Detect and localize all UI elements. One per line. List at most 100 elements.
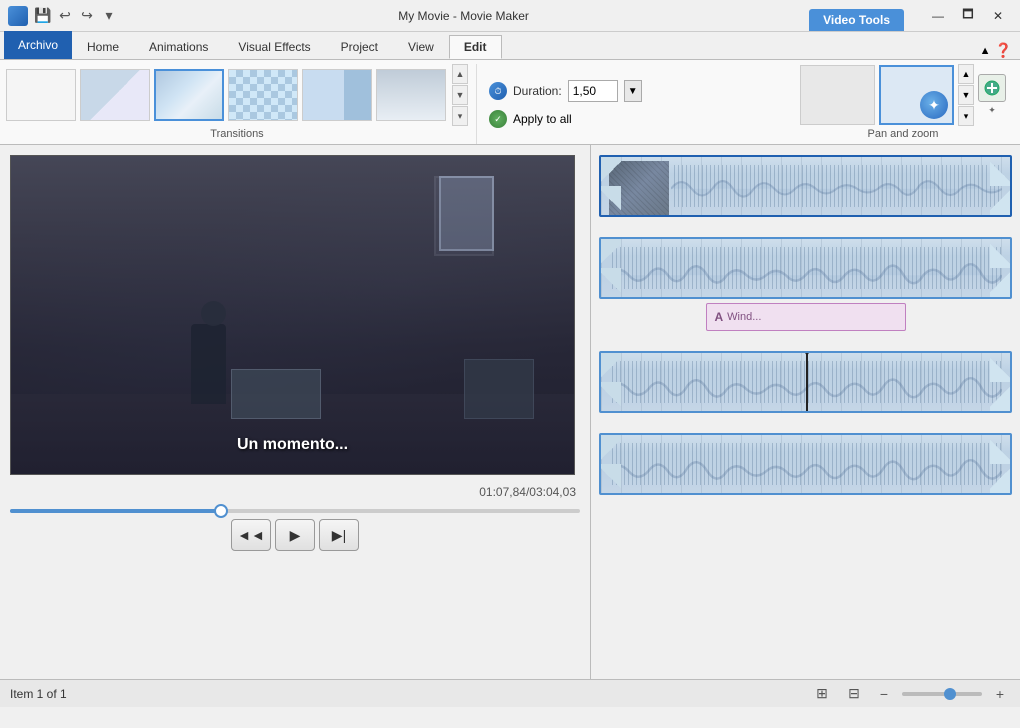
duration-dropdown[interactable]: ▼ (624, 80, 642, 102)
playback-controls: ◄◄ ▶ ▶| (10, 519, 580, 551)
save-button[interactable]: 💾 (34, 7, 52, 25)
clip-strip-3[interactable] (599, 351, 1012, 413)
pan-zoom-scroll: ▲ ▼ ▾ (958, 64, 974, 126)
clip-strip-1[interactable] (599, 155, 1012, 217)
play-icon: ▶ (290, 527, 301, 544)
dropdown-button[interactable]: ▾ (100, 7, 118, 25)
zoom-thumb[interactable] (944, 688, 956, 700)
tab-visual-effects[interactable]: Visual Effects (223, 35, 325, 59)
clip-track-3 (599, 351, 1012, 413)
timecode-display: 01:07,84/03:04,03 (10, 483, 580, 501)
window-controls: — 🗖 ✕ (924, 6, 1012, 26)
progress-fill (10, 509, 221, 513)
video-tools-tab[interactable]: Video Tools (809, 9, 904, 31)
gallery-scroll-up[interactable]: ▲ (452, 64, 468, 84)
timeline-panel: A Wind... (590, 145, 1020, 679)
tab-project[interactable]: Project (326, 35, 393, 59)
pan-zoom-scroll-up[interactable]: ▲ (958, 64, 974, 84)
figure-head (201, 301, 226, 326)
ribbon-content: ▲ ▼ ▾ Transitions ⏱ Duration: ▼ ✓ Apply … (0, 60, 1020, 144)
pan-zoom-expand[interactable]: ▾ (958, 106, 974, 126)
undo-button[interactable]: ↩ (56, 7, 74, 25)
clip-right-arrow-1 (990, 157, 1010, 215)
duration-input[interactable] (568, 80, 618, 102)
clip-left-arrow-3 (601, 353, 621, 411)
clip-left-arrow-2 (601, 239, 621, 297)
transition-arrow-left[interactable] (302, 69, 372, 121)
main-content: Un momento... 01:07,84/03:04,03 ◄◄ ▶ ▶| (0, 145, 1020, 679)
transitions-label: Transitions (6, 126, 468, 144)
video-frame[interactable]: Un momento... (10, 155, 575, 475)
pan-zoom-thumb-selected[interactable]: ✦ (879, 65, 954, 125)
transition-checker[interactable] (228, 69, 298, 121)
status-bar: Item 1 of 1 ⊞ ⊟ − + (0, 679, 1020, 707)
app-icon (8, 6, 28, 26)
app-title: My Movie - Movie Maker (118, 9, 809, 23)
zoom-in-button[interactable]: + (990, 684, 1010, 704)
minimize-button[interactable]: — (924, 6, 952, 26)
clip-right-arrow-2 (990, 239, 1010, 297)
zoom-track[interactable] (902, 692, 982, 696)
dresser (464, 359, 534, 419)
transition-cross-fade[interactable] (80, 69, 150, 121)
title-bar: 💾 ↩ ↪ ▾ My Movie - Movie Maker Video Too… (0, 0, 1020, 32)
playback-bar: ◄◄ ▶ ▶| (10, 509, 580, 551)
duration-label: Duration: (513, 84, 562, 98)
status-icon-2[interactable]: ⊟ (842, 684, 866, 704)
clip-track-2: A Wind... (599, 237, 1012, 331)
tabs-bar: Archivo Home Animations Visual Effects P… (0, 32, 1020, 60)
maximize-button[interactable]: 🗖 (954, 6, 982, 26)
progress-thumb[interactable] (214, 504, 228, 518)
clip-left-arrow-1 (601, 157, 621, 215)
clip-right-arrow-3 (990, 353, 1010, 411)
text-overlay-label[interactable]: A Wind... (706, 303, 906, 331)
apply-icon: ✓ (489, 110, 507, 128)
clip-waveform-4 (609, 443, 1002, 485)
gallery-scroll-controls: ▲ ▼ ▾ (452, 64, 468, 126)
transition-diagonal[interactable] (154, 69, 224, 121)
timeline-scroll-area[interactable]: A Wind... (591, 145, 1020, 679)
pan-zoom-thumb-1[interactable] (800, 65, 875, 125)
redo-button[interactable]: ↪ (78, 7, 96, 25)
quick-access-toolbar: 💾 ↩ ↪ ▾ (34, 7, 118, 25)
playhead-line (806, 351, 808, 413)
rewind-icon: ◄◄ (237, 527, 265, 543)
clip-left-arrow-4 (601, 435, 621, 493)
video-content: Un momento... (11, 156, 574, 474)
ribbon-collapse-button[interactable]: ▲ (980, 45, 991, 57)
play-button[interactable]: ▶ (275, 519, 315, 551)
clip-strip-4[interactable] (599, 433, 1012, 495)
apply-to-all-label: Apply to all (513, 112, 572, 126)
clip-waveform-1 (671, 165, 1002, 207)
rewind-button[interactable]: ◄◄ (231, 519, 271, 551)
close-button[interactable]: ✕ (984, 6, 1012, 26)
transition-none[interactable] (6, 69, 76, 121)
tab-home[interactable]: Home (72, 35, 134, 59)
tab-view[interactable]: View (393, 35, 449, 59)
transition-fade[interactable] (376, 69, 446, 121)
apply-to-all-row[interactable]: ✓ Apply to all (489, 110, 642, 128)
clip-strip-2[interactable] (599, 237, 1012, 299)
progress-track[interactable] (10, 509, 580, 513)
tab-edit[interactable]: Edit (449, 35, 502, 59)
pan-zoom-content: ✦ ▲ ▼ ▾ ✦ (800, 64, 1006, 126)
gallery-expand[interactable]: ▾ (452, 106, 468, 126)
forward-button[interactable]: ▶| (319, 519, 359, 551)
duration-row: ⏱ Duration: ▼ (489, 80, 642, 102)
clip-track-4 (599, 433, 1012, 495)
clip-track-1 (599, 155, 1012, 217)
status-text: Item 1 of 1 (10, 687, 67, 701)
pan-zoom-btn-label: ✦ (978, 105, 1006, 116)
tab-animations[interactable]: Animations (134, 35, 223, 59)
pan-zoom-extra-1[interactable] (978, 74, 1006, 102)
tab-archivo[interactable]: Archivo (4, 31, 72, 59)
help-button[interactable]: ❓ (995, 42, 1012, 59)
gallery-scroll-down[interactable]: ▼ (452, 85, 468, 105)
pan-zoom-section: ✦ ▲ ▼ ▾ ✦ Pan and zoom (792, 64, 1014, 144)
status-icon-1[interactable]: ⊞ (810, 684, 834, 704)
text-overlay-text: Wind... (727, 311, 761, 323)
clip-right-arrow-4 (990, 435, 1010, 493)
status-right: ⊞ ⊟ − + (810, 684, 1010, 704)
zoom-out-button[interactable]: − (874, 684, 894, 704)
pan-zoom-scroll-down[interactable]: ▼ (958, 85, 974, 105)
